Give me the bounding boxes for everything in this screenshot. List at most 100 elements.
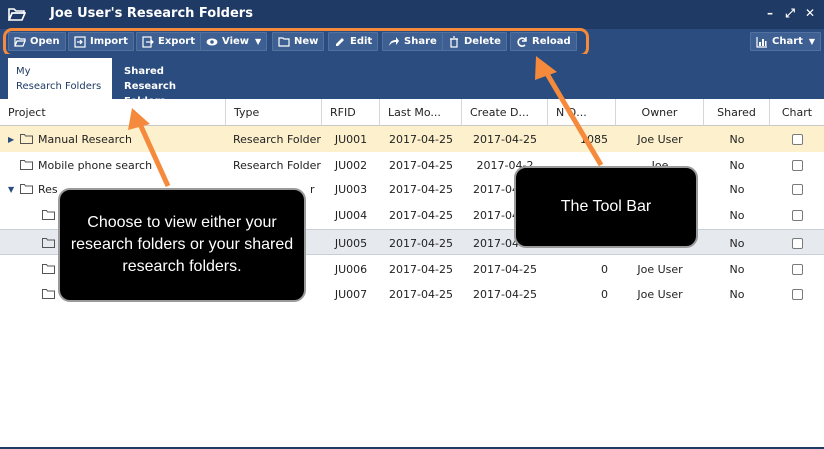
create-date-cell: 2017-04-25 (473, 262, 537, 276)
folder-icon (20, 160, 33, 170)
column-header-owner[interactable]: Owner (616, 99, 704, 126)
column-header-nd[interactable]: N D... (548, 99, 616, 126)
project-name: Manual Research (38, 132, 132, 146)
chart-cell (770, 230, 824, 256)
last-modified-cell: 2017-04-25 (389, 158, 453, 172)
type-cell: r (310, 182, 315, 196)
owner-cell: Joe User (637, 132, 683, 146)
column-header-shared[interactable]: Shared (704, 99, 770, 126)
maximize-icon[interactable]: ⤢ (782, 4, 798, 22)
folder-open-icon (14, 36, 26, 47)
project-cell: ▶ Manual Research (8, 126, 226, 152)
column-header-type[interactable]: Type (226, 99, 322, 126)
shared-cell: No (729, 132, 745, 146)
column-header-project[interactable]: Project (0, 99, 226, 126)
chart-checkbox[interactable] (791, 159, 803, 171)
chart-cell (770, 281, 824, 307)
project-name: Mobile phone search (38, 158, 153, 172)
chart-checkbox[interactable] (791, 183, 803, 195)
tab-my-line1: My (16, 66, 31, 77)
minimize-icon[interactable]: – (762, 4, 778, 22)
folder-icon (42, 264, 55, 274)
type-cell: Research Folder (233, 132, 321, 146)
shared-cell: No (729, 262, 745, 276)
column-header-chart[interactable]: Chart (770, 99, 824, 126)
rfid-cell: JU007 (334, 287, 368, 301)
last-modified-cell: 2017-04-25 (389, 132, 453, 146)
chart-cell (770, 126, 824, 152)
project-name: Res (38, 182, 58, 196)
close-icon[interactable]: ✕ (802, 4, 818, 22)
chart-checkbox[interactable] (791, 209, 803, 221)
last-modified-cell: 2017-04-25 (389, 287, 453, 301)
folder-tabs: My Research Folders Shared Research Fold… (0, 54, 824, 107)
refresh-icon (517, 36, 527, 47)
export-button[interactable]: Export (136, 32, 202, 51)
import-label: Import (90, 36, 128, 47)
chart-checkbox[interactable] (791, 133, 803, 145)
nd-cell: 0 (601, 262, 608, 276)
last-modified-cell: 2017-04-25 (389, 262, 453, 276)
share-button[interactable]: Share (382, 32, 443, 51)
column-header-create-date[interactable]: Create D... (462, 99, 548, 126)
callout-toolbar: The Tool Bar (514, 166, 698, 248)
column-header-rfid[interactable]: RFID (322, 99, 380, 126)
callout-tabs: Choose to view either your research fold… (58, 188, 306, 302)
chart-checkbox[interactable] (791, 263, 803, 275)
type-cell: Research Folder (233, 158, 321, 172)
expand-arrow-icon[interactable]: ▶ (8, 135, 20, 144)
window-title: Joe User's Research Folders (50, 6, 253, 21)
rfid-cell: JU005 (334, 236, 368, 250)
delete-button[interactable]: Delete (442, 32, 507, 51)
import-button[interactable]: Import (68, 32, 134, 51)
shared-cell: No (729, 287, 745, 301)
collapse-arrow-icon[interactable]: ▼ (8, 185, 20, 194)
last-modified-cell: 2017-04-25 (389, 208, 453, 222)
shared-cell: No (729, 236, 745, 250)
window-controls: – ⤢ ✕ (762, 4, 818, 22)
chart-button[interactable]: Chart ▼ (750, 32, 822, 51)
eye-icon (206, 38, 218, 45)
folder-icon (42, 238, 55, 248)
chart-cell (770, 176, 824, 202)
reload-button[interactable]: Reload (510, 32, 577, 51)
chevron-down-icon: ▼ (255, 37, 262, 46)
last-modified-cell: 2017-04-25 (389, 182, 453, 196)
title-bar: Joe User's Research Folders – ⤢ ✕ (0, 0, 824, 29)
export-label: Export (158, 36, 196, 47)
column-header-last-modified[interactable]: Last Mo... (380, 99, 462, 126)
delete-label: Delete (464, 36, 501, 47)
view-button[interactable]: View ▼ (200, 32, 268, 51)
last-modified-cell: 2017-04-25 (389, 236, 453, 250)
rfid-cell: JU006 (334, 262, 368, 276)
share-icon (389, 36, 399, 46)
chart-checkbox[interactable] (791, 237, 803, 249)
chart-cell (770, 152, 824, 178)
open-button[interactable]: Open (8, 32, 66, 51)
view-label: View (222, 36, 250, 47)
folder-open-icon (8, 8, 26, 21)
chart-cell (770, 202, 824, 228)
table-row[interactable]: ▶ Manual Research Research Folder JU001 … (0, 126, 824, 152)
create-date-cell: 2017-04-25 (473, 287, 537, 301)
tab-shared-research-folders[interactable]: Shared Research Folders (116, 58, 226, 107)
project-cell: Mobile phone search (20, 152, 226, 178)
nd-cell: 1085 (580, 132, 608, 146)
chevron-down-icon: ▼ (808, 37, 816, 46)
shared-cell: No (729, 208, 745, 222)
edit-button[interactable]: Edit (328, 32, 379, 51)
open-label: Open (30, 36, 60, 47)
tab-my-research-folders[interactable]: My Research Folders (8, 58, 112, 99)
export-icon (142, 35, 154, 48)
rfid-cell: JU004 (334, 208, 368, 222)
chart-checkbox[interactable] (791, 288, 803, 300)
shared-cell: No (729, 158, 745, 172)
table-row[interactable]: Mobile phone search Research Folder JU00… (0, 152, 824, 178)
owner-cell: Joe User (637, 262, 683, 276)
new-button[interactable]: New (272, 32, 325, 51)
import-icon (74, 35, 86, 48)
reload-label: Reload (532, 36, 571, 47)
folder-icon (20, 184, 33, 194)
nd-cell: 0 (601, 287, 608, 301)
folder-icon (42, 210, 55, 220)
